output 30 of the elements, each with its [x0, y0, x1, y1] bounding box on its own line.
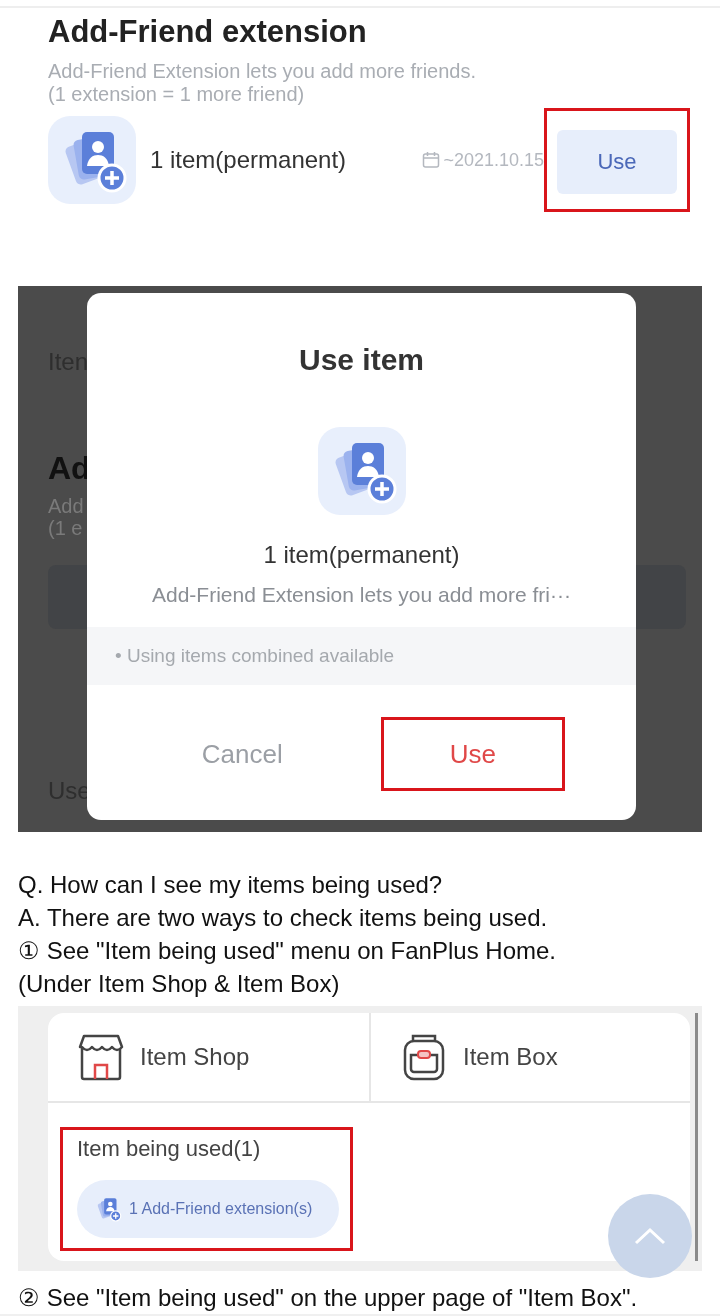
menu-label: Item Shop — [140, 1043, 250, 1071]
use-button[interactable]: Use — [383, 720, 562, 788]
cancel-button[interactable]: Cancel — [153, 720, 332, 788]
item-description: Add-Friend Extension lets you add more friends. — [48, 60, 477, 83]
section-title: Item being used(1) — [77, 1136, 262, 1162]
dialog-title: Use item — [298, 343, 425, 377]
add-friend-icon — [317, 427, 406, 515]
use-button[interactable]: Use — [557, 130, 677, 194]
item-quantity: 1 item(permanent) — [150, 146, 347, 174]
paragraph: ① See "Item being used" menu on FanPlus Home. — [18, 936, 557, 966]
menu-item[interactable]: Item Box — [369, 1013, 690, 1101]
item-description: (1 extension = 1 more friend) — [48, 83, 306, 106]
menu-item[interactable]: Item Shop — [48, 1013, 369, 1101]
note-band: • Using items combined available — [87, 627, 636, 685]
backpack-icon — [401, 1033, 447, 1081]
storefront-icon — [78, 1033, 124, 1081]
paragraph: ② See "Item being used" on the upper page of "Item Box". — [18, 1283, 639, 1313]
item-quantity: 1 item(permanent) — [263, 541, 460, 569]
paragraph: Q. How can I see my items being used? — [18, 870, 444, 900]
paragraph: A. There are two ways to check items being used. — [18, 903, 549, 933]
paragraph: (Under Item Shop & Item Box) — [18, 969, 341, 999]
item-chip[interactable]: 1 Add-Friend extension(s) — [77, 1180, 339, 1238]
calendar-icon — [422, 151, 441, 169]
chevron-up-icon — [633, 1226, 667, 1246]
item-title: Add-Friend extension — [48, 14, 368, 50]
chip-label: 1 Add-Friend extension(s) — [129, 1200, 313, 1218]
expiry-date: ~2021.10.15 — [443, 149, 544, 171]
add-friend-icon — [48, 116, 136, 204]
item-description: Add-Friend Extension lets you add more fri··· — [152, 583, 571, 607]
menu-label: Item Box — [463, 1043, 558, 1071]
